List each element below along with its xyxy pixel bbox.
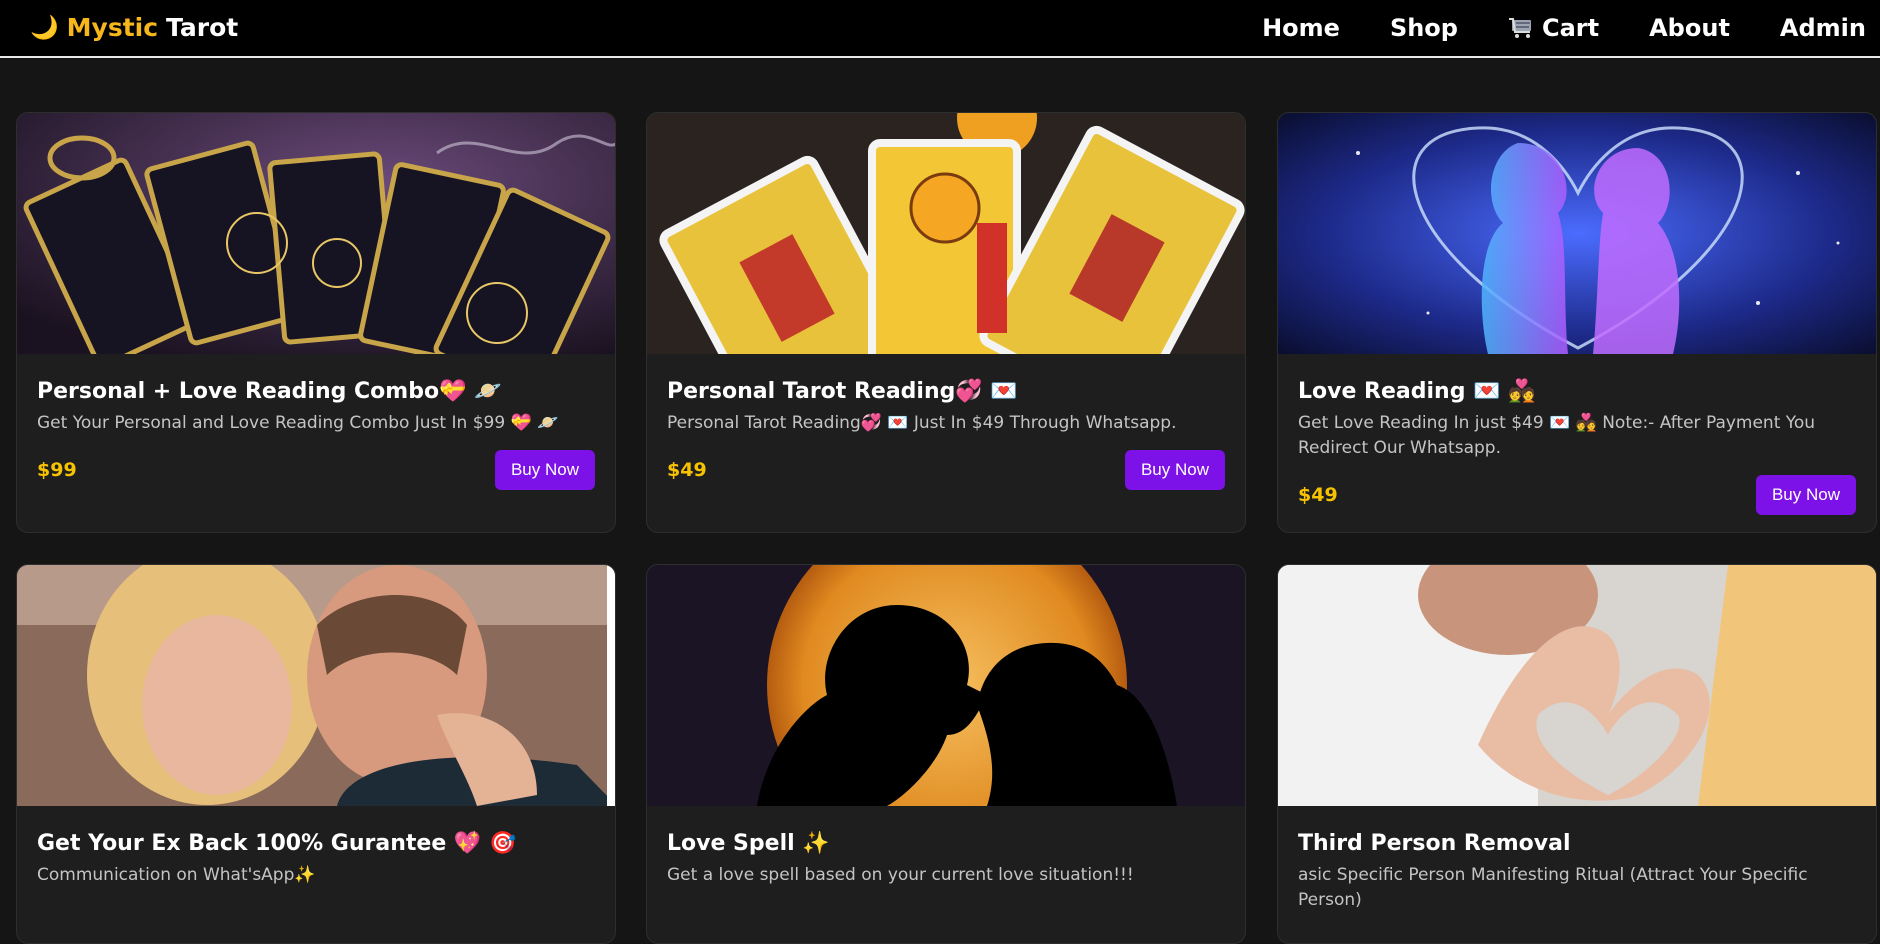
product-card-body: Love Reading 💌 💑 Get Love Reading In jus… — [1278, 354, 1876, 532]
product-card: Personal Tarot Reading💞 💌 Personal Tarot… — [646, 112, 1246, 533]
product-title: Personal Tarot Reading💞 💌 — [667, 379, 1018, 404]
kissing-couple-image — [17, 565, 615, 806]
rider-waite-tarot-image — [647, 113, 1245, 354]
product-card-body: Get Your Ex Back 100% Gurantee 💖 🎯 Commu… — [17, 806, 615, 906]
cosmic-couple-image — [1278, 113, 1876, 354]
nav-link-shop-label: Shop — [1389, 14, 1458, 42]
product-card: Love Reading 💌 💑 Get Love Reading In jus… — [1277, 112, 1877, 533]
product-card-body: Third Person Removal asic Specific Perso… — [1278, 806, 1876, 931]
product-title: Get Your Ex Back 100% Gurantee 💖 🎯 — [37, 831, 517, 856]
product-description: Get Your Personal and Love Reading Combo… — [37, 413, 559, 433]
product-title: Love Spell ✨ — [667, 831, 830, 856]
product-price: $49 — [667, 459, 707, 481]
nav-link-home-label: Home — [1262, 14, 1340, 42]
buy-now-button[interactable]: Buy Now — [1755, 475, 1856, 515]
brand-logo[interactable]: 🌙 Mystic Tarot — [30, 13, 238, 42]
product-image[interactable] — [1278, 565, 1876, 806]
nav-link-about-label: About — [1649, 14, 1730, 42]
nav-link-cart[interactable]: Cart — [1508, 14, 1599, 42]
brand-name-tarot: Tarot — [166, 13, 239, 42]
product-title: Third Person Removal — [1298, 831, 1571, 856]
product-description: Get a love spell based on your current l… — [667, 865, 1134, 885]
product-price: $49 — [1298, 484, 1338, 506]
product-title: Love Reading 💌 💑 — [1298, 379, 1536, 404]
product-card: Get Your Ex Back 100% Gurantee 💖 🎯 Commu… — [16, 564, 616, 944]
product-image[interactable] — [1278, 113, 1876, 354]
buy-now-button[interactable]: Buy Now — [494, 450, 595, 490]
product-description: asic Specific Person Manifesting Ritual … — [1298, 865, 1808, 910]
nav-link-home[interactable]: Home — [1262, 14, 1340, 42]
product-description: Communication on What'sApp✨ — [37, 865, 316, 885]
nav-link-admin[interactable]: Admin — [1780, 14, 1866, 42]
moon-silhouette-couple-image — [647, 565, 1245, 806]
product-title: Personal + Love Reading Combo💝 🪐 — [37, 379, 502, 404]
product-image[interactable] — [17, 565, 615, 806]
product-description: Get Love Reading In just $49 💌 💑 Note:- … — [1298, 413, 1816, 458]
nav-link-cart-label: Cart — [1541, 14, 1600, 42]
product-image[interactable] — [647, 565, 1245, 806]
nav-link-about[interactable]: About — [1649, 14, 1730, 42]
product-description: Personal Tarot Reading💞 💌 Just In $49 Th… — [667, 413, 1177, 433]
product-card-body: Love Spell ✨ Get a love spell based on y… — [647, 806, 1245, 906]
product-image[interactable] — [647, 113, 1245, 354]
product-card-body: Personal Tarot Reading💞 💌 Personal Tarot… — [647, 354, 1245, 508]
brand-name-mystic: Mystic — [66, 13, 159, 42]
shopping-cart-icon — [1508, 18, 1531, 38]
heart-hands-couple-image — [1278, 565, 1876, 806]
product-price: $99 — [37, 459, 77, 481]
product-card: Third Person Removal asic Specific Perso… — [1277, 564, 1877, 944]
nav-links: Home Shop Cart About Admin — [1262, 14, 1866, 42]
nav-link-admin-label: Admin — [1779, 14, 1866, 42]
buy-now-button[interactable]: Buy Now — [1124, 450, 1225, 490]
product-image[interactable] — [17, 113, 615, 354]
nav-link-shop[interactable]: Shop — [1390, 14, 1458, 42]
navbar: 🌙 Mystic Tarot Home Shop Cart About Admi… — [0, 0, 1880, 58]
product-card: Personal + Love Reading Combo💝 🪐 Get You… — [16, 112, 616, 533]
product-card: Love Spell ✨ Get a love spell based on y… — [646, 564, 1246, 944]
tarot-cards-gold-image — [17, 113, 615, 354]
moon-icon: 🌙 — [30, 15, 59, 41]
product-card-body: Personal + Love Reading Combo💝 🪐 Get You… — [17, 354, 615, 508]
